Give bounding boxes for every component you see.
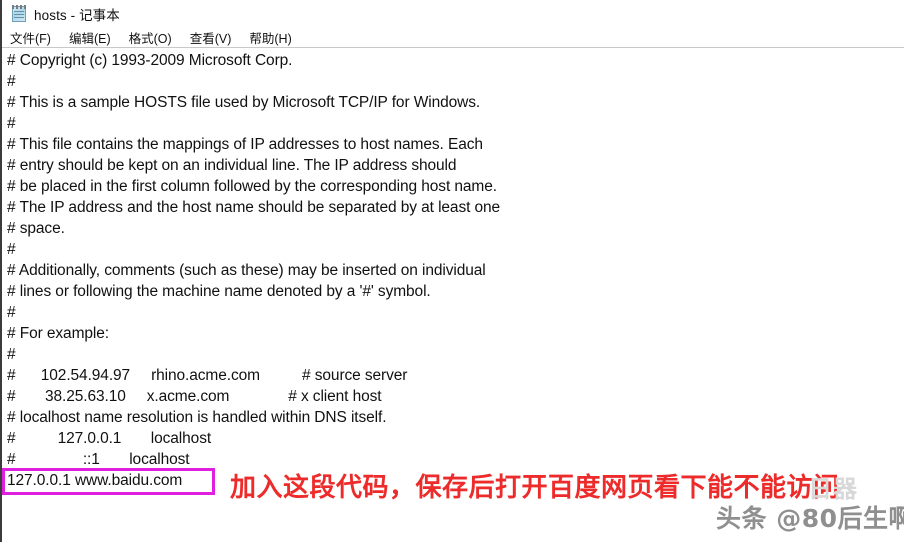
menu-item-view[interactable]: 查看(V) — [190, 28, 232, 47]
editor-line: # This file contains the mappings of IP … — [7, 136, 483, 153]
editor-line: # localhost name resolution is handled w… — [7, 409, 387, 426]
editor-line: # — [7, 73, 16, 90]
menu-item-file[interactable]: 文件(F) — [10, 28, 51, 47]
editor-line: # be placed in the first column followed… — [7, 178, 497, 195]
editor-line-baidu-entry: 127.0.0.1 www.baidu.com — [7, 472, 183, 489]
menu-item-format[interactable]: 格式(O) — [129, 28, 172, 47]
title-bar: hosts - 记事本 — [2, 0, 904, 27]
editor-line: # — [7, 346, 16, 363]
menu-item-help[interactable]: 帮助(H) — [249, 28, 291, 47]
notepad-icon — [10, 4, 27, 23]
notepad-window: hosts - 记事本 文件(F) 编辑(E) 格式(O) 查看(V) 帮助(H… — [0, 0, 904, 542]
window-title: hosts - 记事本 — [34, 7, 120, 23]
editor-line: # — [7, 241, 16, 258]
editor-line: # 127.0.0.1 localhost — [7, 430, 212, 447]
editor-line: # This is a sample HOSTS file used by Mi… — [7, 94, 481, 111]
editor-line: # Additionally, comments (such as these)… — [7, 262, 486, 279]
author-watermark: 头条 @80后生啊 — [716, 504, 904, 533]
editor-line: # For example: — [7, 325, 109, 342]
editor-line: # lines or following the machine name de… — [7, 283, 431, 300]
editor-line: # ::1 localhost — [7, 451, 190, 468]
editor-line: # — [7, 304, 16, 321]
menu-item-edit[interactable]: 编辑(E) — [69, 28, 111, 47]
editor-line: # — [7, 115, 16, 132]
highlighted-entry: 127.0.0.1 www.baidu.com — [2, 468, 904, 495]
editor-line: # entry should be kept on an individual … — [7, 157, 457, 174]
editor-line: # space. — [7, 220, 65, 237]
editor-line: # 38.25.63.10 x.acme.com # x client host — [7, 388, 382, 405]
editor-line: # The IP address and the host name shoul… — [7, 199, 501, 216]
menu-bar: 文件(F) 编辑(E) 格式(O) 查看(V) 帮助(H) — [2, 27, 904, 47]
text-editor[interactable]: # Copyright (c) 1993-2009 Microsoft Corp… — [2, 48, 904, 542]
editor-line: # Copyright (c) 1993-2009 Microsoft Corp… — [7, 52, 293, 69]
editor-line: # 102.54.94.97 rhino.acme.com # source s… — [7, 367, 408, 384]
